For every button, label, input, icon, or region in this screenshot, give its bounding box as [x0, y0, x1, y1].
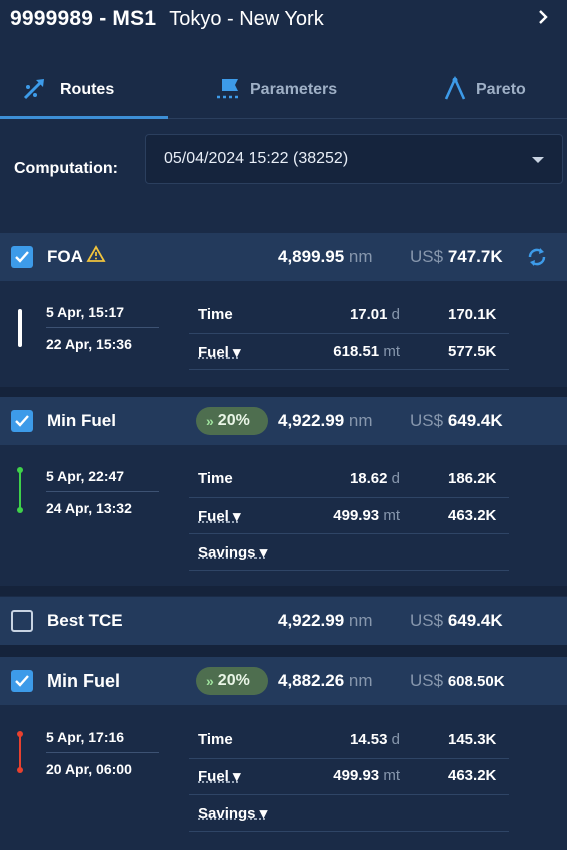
date-divider [46, 327, 159, 328]
metric-label: Time [198, 731, 233, 748]
section-separator [0, 387, 567, 397]
route-distance: 4,922.99 nm [278, 611, 373, 630]
header: 9999989 - MS1 Tokyo - New York [0, 0, 567, 38]
double-chevron-down-icon: » [206, 413, 214, 429]
tab-bar: Routes Parameters Pareto [0, 62, 567, 120]
tab-pareto[interactable]: Pareto [442, 62, 526, 118]
route-details-foa: 5 Apr, 15:17 22 Apr, 15:36 Time 17.01 d … [0, 281, 567, 387]
vessel-id: 9999989 - MS1 [10, 7, 157, 30]
date-divider [46, 491, 159, 492]
active-tab-indicator [0, 116, 168, 119]
tab-routes-label: Routes [60, 81, 115, 98]
chevron-down-icon [532, 157, 544, 163]
savings-dropdown[interactable]: Savings ▾ [198, 804, 267, 822]
route-details-min-fuel-2: 5 Apr, 17:16 20 Apr, 06:00 Time 14.53 d … [0, 705, 567, 850]
metric-cost: 463.2K [448, 507, 497, 524]
route-checkbox[interactable] [11, 610, 33, 632]
tab-parameters-label: Parameters [250, 81, 338, 98]
computation-value: 05/04/2024 15:22 (38252) [164, 150, 349, 167]
route-distance: 4,922.99 nm [278, 411, 373, 430]
metric-label: Time [198, 470, 233, 487]
timeline-icon [18, 309, 22, 347]
route-checkbox[interactable] [11, 670, 33, 692]
route-name: Min Fuel [47, 671, 120, 691]
compass-icon [442, 75, 468, 106]
metric-cost: 577.5K [448, 343, 497, 360]
savings-badge: » 20% [196, 407, 268, 435]
section-separator [0, 645, 567, 657]
metric-cost: 463.2K [448, 767, 497, 784]
tab-routes[interactable]: Routes [22, 62, 114, 118]
route-row-best-tce[interactable]: Best TCE 4,922.99 nm US$ 649.4K [0, 597, 567, 645]
section-separator [0, 586, 567, 596]
chevron-right-icon[interactable] [537, 8, 549, 32]
route-checkbox[interactable] [11, 410, 33, 432]
metric-divider [189, 497, 509, 498]
metric-divider [189, 831, 509, 832]
metric-cost: 186.2K [448, 470, 497, 487]
flag-icon [214, 75, 242, 106]
route-icon [22, 75, 52, 106]
voyage-route: Tokyo - New York [169, 7, 324, 30]
computation-label: Computation: [14, 160, 118, 177]
metric-divider [189, 570, 509, 571]
start-time: 5 Apr, 15:17 [46, 304, 125, 320]
route-details-min-fuel: 5 Apr, 22:47 24 Apr, 13:32 Time 18.62 d … [0, 445, 567, 586]
route-name: Best TCE [47, 611, 123, 630]
metric-value: 14.53 d [349, 731, 400, 748]
tab-pareto-label: Pareto [476, 81, 526, 98]
route-cost: US$ 649.4K [410, 611, 503, 630]
savings-badge: » 20% [196, 667, 268, 695]
start-time: 5 Apr, 17:16 [46, 729, 125, 745]
fuel-dropdown[interactable]: Fuel ▾ [198, 507, 241, 525]
route-distance: 4,899.95 nm [278, 247, 373, 266]
fuel-dropdown[interactable]: Fuel ▾ [198, 767, 241, 785]
metric-cost: 145.3K [448, 731, 497, 748]
metric-label: Time [198, 306, 233, 323]
metric-divider [189, 533, 509, 534]
end-time: 24 Apr, 13:32 [46, 500, 132, 516]
metric-divider [189, 333, 509, 334]
timeline-icon [17, 467, 23, 513]
route-cost: US$ 649.4K [410, 411, 503, 430]
savings-dropdown[interactable]: Savings ▾ [198, 543, 267, 561]
metric-value: 618.51 mt [333, 343, 400, 360]
start-time: 5 Apr, 22:47 [46, 468, 125, 484]
route-row-min-fuel[interactable]: Min Fuel » 20% 4,922.99 nm US$ 649.4K [0, 397, 567, 445]
end-time: 22 Apr, 15:36 [46, 336, 132, 352]
route-distance: 4,882.26 nm [278, 671, 373, 690]
metric-value: 17.01 d [349, 306, 400, 323]
metric-divider [189, 758, 509, 759]
warning-icon [86, 245, 106, 268]
route-cost: US$ 747.7K [410, 247, 503, 266]
metric-divider [189, 369, 509, 370]
route-name: FOA [47, 247, 83, 266]
fuel-dropdown[interactable]: Fuel ▾ [198, 343, 241, 361]
tab-parameters[interactable]: Parameters [214, 62, 337, 118]
metric-value: 499.93 mt [333, 767, 400, 784]
route-cost: US$ 608.50K [410, 671, 505, 690]
route-name: Min Fuel [47, 411, 116, 430]
end-time: 20 Apr, 06:00 [46, 761, 132, 777]
metric-value: 18.62 d [349, 470, 400, 487]
double-chevron-down-icon: » [206, 673, 214, 689]
route-row-min-fuel-2[interactable]: Min Fuel » 20% 4,882.26 nm US$ 608.50K [0, 657, 567, 705]
route-row-foa[interactable]: FOA 4,899.95 nm US$ 747.7K [0, 233, 567, 281]
timeline-icon [17, 731, 23, 773]
route-checkbox[interactable] [11, 246, 33, 268]
computation-select[interactable]: 05/04/2024 15:22 (38252) [145, 134, 563, 184]
metric-value: 499.93 mt [333, 507, 400, 524]
refresh-icon[interactable] [525, 245, 549, 274]
date-divider [46, 752, 159, 753]
metric-divider [189, 794, 509, 795]
metric-cost: 170.1K [448, 306, 497, 323]
